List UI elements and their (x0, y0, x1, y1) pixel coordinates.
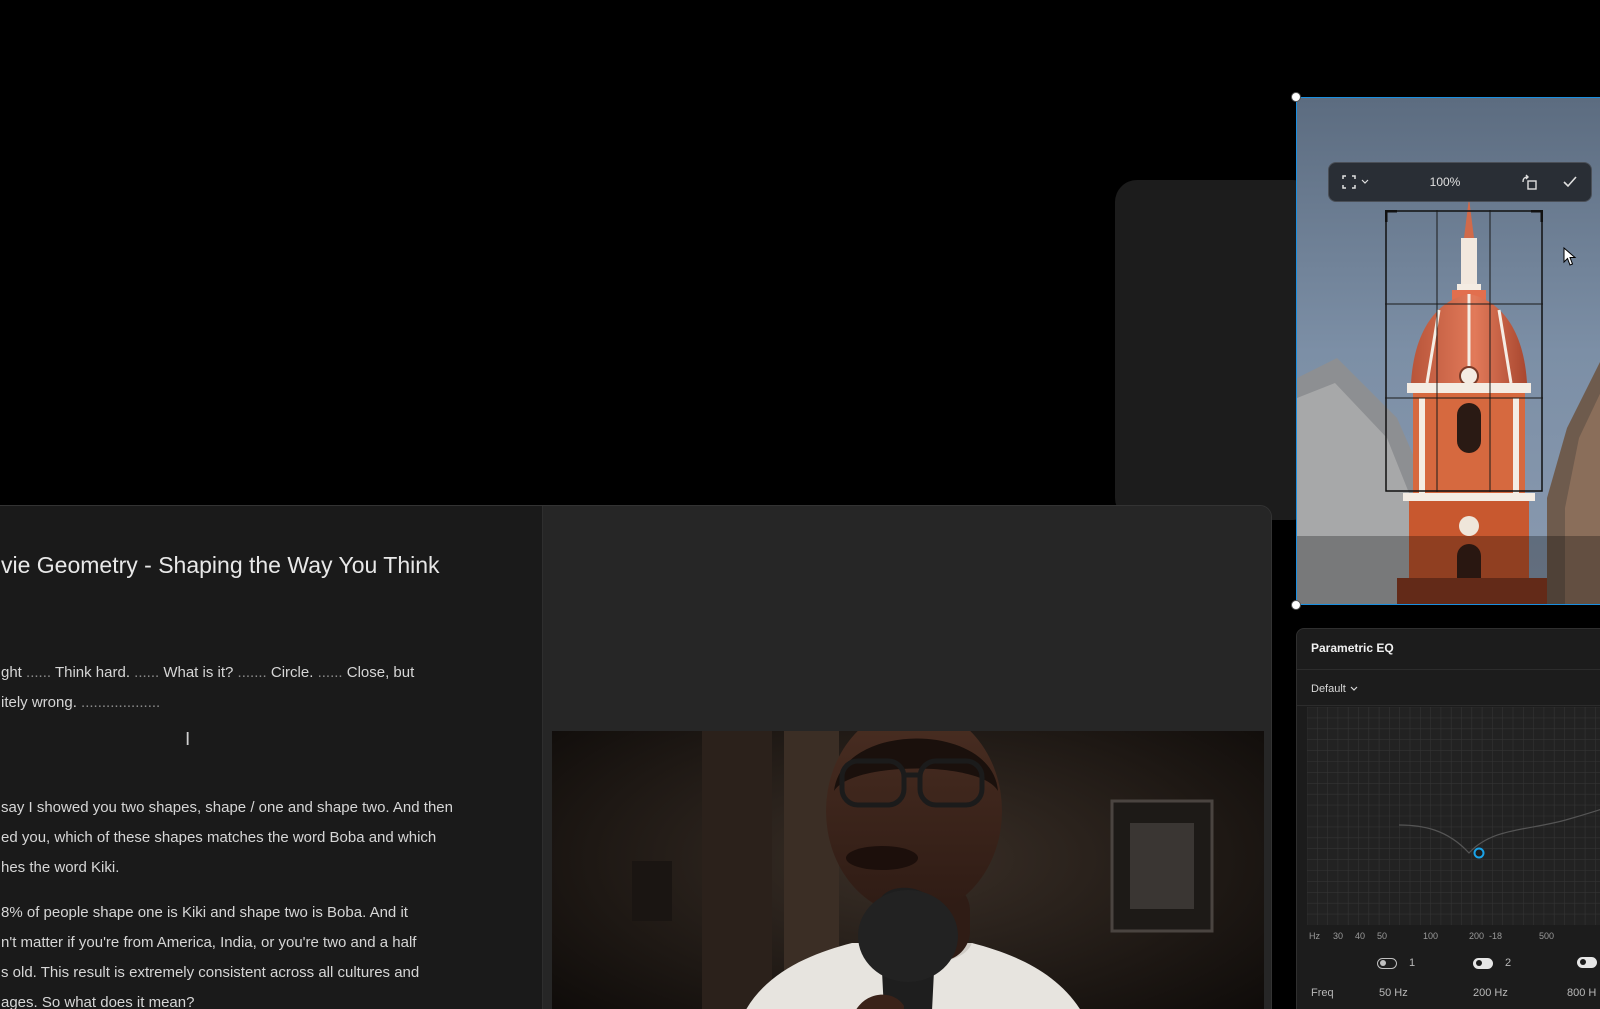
band-1-toggle[interactable] (1377, 957, 1397, 969)
band-3-toggle[interactable] (1577, 957, 1597, 968)
band-3-frequency[interactable]: 800 H (1567, 987, 1596, 999)
eq-axis-label: 200 (1469, 931, 1485, 941)
mouse-pointer-icon (1563, 247, 1577, 266)
text-run[interactable]: Think hard. (51, 664, 134, 681)
eq-axis-label: 100 (1423, 931, 1439, 941)
background-panel (1115, 180, 1315, 520)
video-preview[interactable] (552, 731, 1264, 1009)
freq-label: Freq (1311, 987, 1334, 999)
transcript-paragraph-3[interactable]: 8% of people shape one is Kiki and shape… (1, 898, 501, 1009)
pause-marker[interactable]: ....... (238, 664, 267, 681)
text-run[interactable]: Circle. (267, 664, 318, 681)
divider (1297, 705, 1600, 706)
confirm-crop-button[interactable] (1549, 162, 1591, 202)
eq-axis-label: -18 (1489, 931, 1503, 941)
workspace: vie Geometry - Shaping the Way You Think… (0, 0, 1600, 1009)
eq-band-3 (1577, 957, 1600, 968)
eq-axis-label: Hz (1309, 931, 1320, 941)
media-pane (543, 506, 1271, 1009)
aspect-ratio-button[interactable] (1329, 162, 1381, 202)
eq-graph[interactable] (1306, 706, 1600, 925)
video-frame-image (552, 731, 1264, 1009)
eq-axis-label: 500 (1539, 931, 1555, 941)
eq-band-2: 2 (1473, 957, 1511, 969)
eq-axis-label: 50 (1377, 931, 1388, 941)
editor-window: vie Geometry - Shaping the Way You Think… (0, 505, 1272, 1009)
crop-grid (1385, 210, 1543, 492)
pause-marker[interactable]: ...... (318, 664, 343, 681)
check-icon (1563, 176, 1577, 188)
text-cursor-icon: I (185, 729, 191, 750)
pause-marker[interactable]: ...... (26, 664, 51, 681)
parametric-eq-panel: Parametric EQ Default Hz 30 40 50 100 20… (1296, 628, 1600, 1009)
divider (1297, 669, 1600, 670)
eq-axis-label: 30 (1333, 931, 1344, 941)
rotate-button[interactable] (1509, 162, 1549, 202)
band-2-number: 2 (1505, 957, 1512, 969)
eq-preset-dropdown[interactable]: Default (1311, 683, 1358, 695)
transcript-pane[interactable]: vie Geometry - Shaping the Way You Think… (0, 506, 543, 1009)
band-2-frequency[interactable]: 200 Hz (1473, 987, 1508, 999)
crop-toolbar: 100% (1328, 162, 1592, 202)
eq-band-toggles: 1 2 (1297, 957, 1600, 975)
text-run[interactable]: ght (1, 664, 26, 681)
text-run[interactable]: What is it? (159, 664, 237, 681)
eq-axis-label: 40 (1355, 931, 1366, 941)
crop-handle-bottom-left[interactable] (1291, 600, 1301, 610)
document-title[interactable]: vie Geometry - Shaping the Way You Think (1, 552, 440, 579)
eq-title: Parametric EQ (1311, 641, 1394, 655)
pause-marker[interactable]: ................... (81, 694, 160, 711)
eq-band-node (1473, 847, 1485, 859)
transcript-paragraph-2[interactable]: say I showed you two shapes, shape / one… (1, 793, 501, 883)
crop-selection[interactable] (1385, 210, 1543, 492)
chevron-down-icon (1361, 179, 1368, 184)
band-2-toggle[interactable] (1473, 957, 1493, 969)
band-1-frequency[interactable]: 50 Hz (1379, 987, 1408, 999)
eq-preset-label: Default (1311, 683, 1346, 695)
rotate-icon (1522, 174, 1537, 190)
zoom-level[interactable]: 100% (1381, 162, 1509, 202)
crop-frame-icon (1341, 175, 1356, 189)
eq-band-1: 1 (1377, 957, 1415, 969)
transcript-paragraph-1[interactable]: ght ...... Think hard. ...... What is it… (1, 658, 501, 718)
text-run[interactable]: itely wrong. (1, 694, 81, 711)
chevron-down-icon (1350, 686, 1358, 691)
crop-handle-top-left[interactable] (1291, 92, 1301, 102)
text-run[interactable]: Close, but (343, 664, 415, 681)
band-1-number: 1 (1409, 957, 1416, 969)
pause-marker[interactable]: ...... (134, 664, 159, 681)
eq-response-curve (1306, 706, 1600, 925)
